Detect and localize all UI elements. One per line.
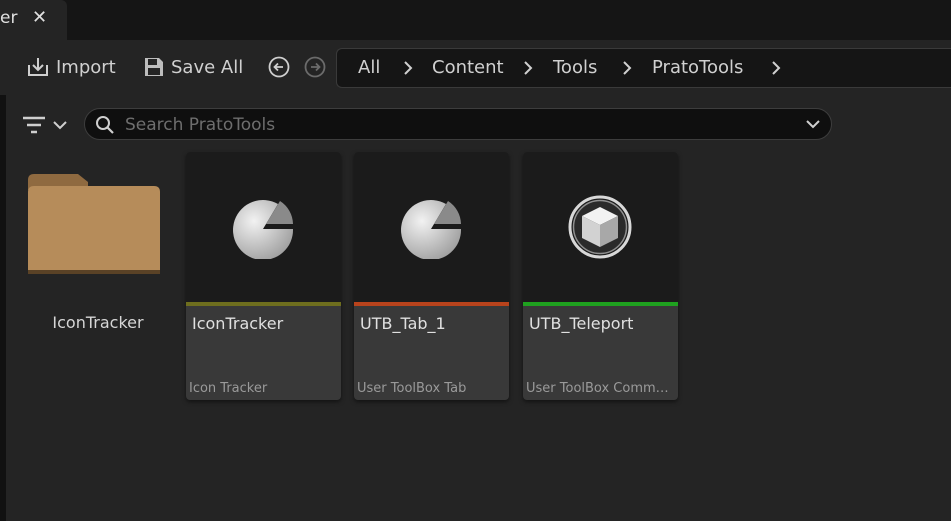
asset-card[interactable]: UTB_Teleport User ToolBox Comma...: [523, 152, 678, 400]
asset-thumbnail: [354, 152, 509, 302]
asset-type-color-bar: [186, 302, 341, 306]
asset-type: User ToolBox Comma...: [526, 381, 676, 396]
back-arrow-icon: [268, 56, 290, 78]
asset-name: UTB_Teleport: [529, 314, 634, 333]
asset-card[interactable]: UTB_Tab_1 User ToolBox Tab: [354, 152, 509, 400]
folder-icon[interactable]: [24, 170, 164, 280]
folder-label: IconTracker: [52, 313, 144, 332]
folder-graphic: [28, 174, 160, 274]
asset-name: UTB_Tab_1: [360, 314, 446, 333]
breadcrumb-item-pratotools[interactable]: PratoTools: [652, 57, 743, 78]
pie-chart-icon: [401, 200, 462, 259]
asset-thumbnail: [186, 152, 341, 302]
asset-type: User ToolBox Tab: [357, 381, 467, 396]
search-box[interactable]: [84, 108, 832, 140]
panel-edge: [0, 95, 6, 521]
chevron-right-icon[interactable]: [521, 59, 535, 77]
forward-button[interactable]: [304, 56, 326, 78]
toolbar: Import Save All All Content Tools PratoT…: [0, 40, 951, 95]
save-all-button[interactable]: Save All: [143, 53, 243, 81]
breadcrumb-item-content[interactable]: Content: [432, 57, 504, 78]
import-icon: [28, 58, 48, 76]
save-icon: [145, 58, 163, 76]
pie-chart-icon: [233, 200, 294, 259]
content-browser-tab[interactable]: er ✕: [0, 0, 67, 40]
save-all-label: Save All: [171, 56, 244, 78]
import-label: Import: [56, 56, 116, 78]
import-button[interactable]: Import: [26, 53, 116, 81]
asset-type-color-bar: [523, 302, 678, 306]
chevron-right-icon[interactable]: [620, 59, 634, 77]
asset-type-color-bar: [354, 302, 509, 306]
search-icon: [96, 116, 114, 134]
search-input[interactable]: [123, 112, 797, 138]
asset-type: Icon Tracker: [189, 381, 268, 396]
filter-button[interactable]: [22, 113, 70, 137]
chevron-right-icon[interactable]: [769, 59, 783, 77]
breadcrumb-item-all[interactable]: All: [358, 57, 380, 78]
back-button[interactable]: [268, 56, 290, 78]
asset-thumbnail: [523, 152, 678, 302]
breadcrumb: All Content Tools PratoTools: [336, 48, 951, 88]
breadcrumb-item-tools[interactable]: Tools: [553, 57, 597, 78]
tab-bar: er ✕: [0, 0, 951, 40]
asset-name: IconTracker: [192, 314, 284, 333]
filter-icon: [23, 116, 67, 134]
cube-icon: [568, 195, 632, 259]
asset-card[interactable]: IconTracker Icon Tracker: [186, 152, 341, 400]
chevron-down-icon[interactable]: [805, 118, 821, 130]
chevron-right-icon[interactable]: [401, 59, 415, 77]
tab-title: er: [0, 8, 18, 28]
close-icon[interactable]: ✕: [32, 7, 47, 28]
forward-arrow-icon: [304, 56, 326, 78]
